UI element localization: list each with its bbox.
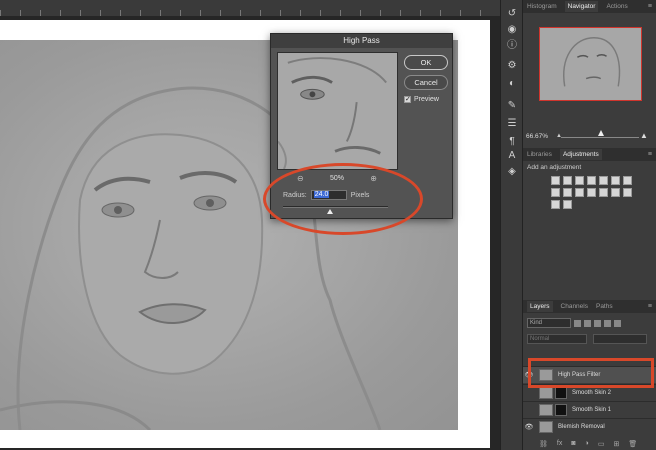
sliders-icon[interactable]: ☰ — [506, 118, 518, 130]
type-filter-icon[interactable] — [594, 319, 601, 327]
blend-mode-select[interactable]: Normal — [527, 334, 587, 344]
hue-saturation-icon[interactable] — [611, 176, 620, 185]
layers-tabbar: Layers Channels Paths ≡ — [523, 300, 656, 313]
selective-color-icon[interactable] — [563, 200, 572, 209]
layer-thumbnail — [539, 404, 553, 416]
layer-thumbnail — [539, 387, 553, 399]
swatches-icon[interactable]: ⚙ — [506, 60, 518, 72]
layers-footer: ⛓ fx ◙ ◑ ▭ ⊞ 🗑 — [523, 437, 656, 450]
dialog-title: High Pass — [271, 34, 452, 48]
kind-filter-select[interactable]: Kind — [527, 318, 571, 328]
opacity-field[interactable] — [593, 334, 647, 344]
layer-thumbnail — [539, 421, 553, 433]
vibrance-icon[interactable] — [599, 176, 608, 185]
brush-icon[interactable]: ✎ — [506, 100, 518, 112]
layers-menu-icon[interactable]: ≡ — [648, 303, 652, 310]
visibility-eye-icon[interactable]: 👁 — [523, 423, 535, 431]
navigator-zoom-level[interactable]: 66.67% — [526, 133, 548, 140]
tab-paths[interactable]: Paths — [596, 303, 613, 310]
preview-label: Preview — [414, 96, 439, 103]
filter-preview-window[interactable] — [277, 52, 398, 170]
invert-icon[interactable] — [599, 188, 608, 197]
layer-name: Smooth Skin 1 — [572, 407, 612, 413]
blend-row: Normal — [527, 334, 647, 344]
navigator-zoom-slider[interactable] — [561, 137, 639, 138]
zoom-in-mountain-icon[interactable]: ▲ — [640, 131, 648, 140]
navigator-face — [563, 36, 621, 87]
tab-actions[interactable]: Actions — [606, 3, 627, 10]
color-balance-icon[interactable] — [623, 176, 632, 185]
adjustments-tabbar: Libraries Adjustments ≡ — [523, 148, 656, 161]
brightness-contrast-icon[interactable] — [551, 176, 560, 185]
info-icon[interactable]: ⓘ — [506, 40, 518, 52]
layer-name: Blemish Removal — [558, 424, 605, 430]
color-icon[interactable]: ◐ — [506, 78, 518, 90]
3d-icon[interactable]: ◈ — [506, 166, 518, 178]
panel-icon-strip: ↺ ◉ ⓘ ⚙ ◐ ✎ ☰ ¶ A ◈ — [500, 0, 523, 450]
photo-filter-icon[interactable] — [563, 188, 572, 197]
threshold-icon[interactable] — [623, 188, 632, 197]
layer-filter-row: Kind — [527, 318, 652, 328]
panel-menu-icon[interactable]: ≡ — [648, 3, 652, 10]
preview-toggle[interactable]: ✓ Preview — [404, 96, 439, 103]
radius-highlight-annotation — [263, 163, 423, 235]
layer-mask-thumbnail[interactable] — [555, 387, 567, 399]
smart-filter-icon[interactable] — [614, 319, 621, 327]
curves-icon[interactable] — [575, 176, 584, 185]
lock-row — [527, 349, 652, 357]
history-icon[interactable]: ↺ — [506, 8, 518, 20]
layer-row[interactable]: 👁 Blemish Removal — [523, 418, 656, 435]
adjustment-icons-grid — [551, 176, 632, 209]
horizontal-ruler — [0, 0, 500, 16]
exposure-icon[interactable] — [587, 176, 596, 185]
levels-icon[interactable] — [563, 176, 572, 185]
new-layer-icon[interactable]: ⊞ — [613, 440, 619, 448]
preview-checkbox[interactable]: ✓ — [404, 96, 411, 103]
fx-icon[interactable]: fx — [557, 440, 562, 447]
trash-icon[interactable]: 🗑 — [628, 440, 637, 448]
color-lookup-icon[interactable] — [587, 188, 596, 197]
properties-icon[interactable]: ◉ — [506, 24, 518, 36]
navigator-thumbnail[interactable] — [539, 27, 642, 101]
adjustment-icon[interactable]: ◑ — [585, 440, 589, 447]
channel-mixer-icon[interactable] — [575, 188, 584, 197]
tab-navigator[interactable]: Navigator — [564, 1, 599, 12]
tab-channels[interactable]: Channels — [561, 303, 588, 310]
type-icon[interactable]: ¶ — [506, 136, 518, 148]
adjustments-menu-icon[interactable]: ≡ — [648, 151, 652, 158]
adjustments-hint: Add an adjustment — [527, 164, 582, 171]
shape-filter-icon[interactable] — [604, 319, 611, 327]
layer-highlight-annotation — [528, 358, 654, 388]
layer-mask-thumbnail[interactable] — [555, 404, 567, 416]
mask-icon[interactable]: ◙ — [571, 440, 575, 447]
preview-face — [278, 57, 387, 169]
cancel-button[interactable]: Cancel — [404, 75, 448, 90]
black-white-icon[interactable] — [551, 188, 560, 197]
adjustment-filter-icon[interactable] — [584, 319, 591, 327]
tab-histogram[interactable]: Histogram — [527, 3, 557, 10]
tab-adjustments[interactable]: Adjustments — [559, 149, 602, 160]
tab-libraries[interactable]: Libraries — [527, 151, 552, 158]
navigator-slider-thumb[interactable] — [598, 130, 604, 136]
zoom-out-mountain-icon[interactable]: ▲ — [556, 133, 562, 139]
gradient-map-icon[interactable] — [551, 200, 560, 209]
posterize-icon[interactable] — [611, 188, 620, 197]
tab-layers[interactable]: Layers — [527, 301, 553, 312]
character-icon[interactable]: A — [506, 150, 518, 162]
ok-button[interactable]: OK — [404, 55, 448, 70]
layer-row[interactable]: Smooth Skin 1 — [523, 401, 656, 418]
folder-icon[interactable]: ▭ — [598, 440, 605, 448]
navigator-tabbar: Histogram Navigator Actions ≡ — [523, 0, 656, 13]
pixel-filter-icon[interactable] — [574, 319, 581, 327]
link-icon[interactable]: ⛓ — [539, 440, 548, 448]
layer-name: Smooth Skin 2 — [572, 390, 612, 396]
